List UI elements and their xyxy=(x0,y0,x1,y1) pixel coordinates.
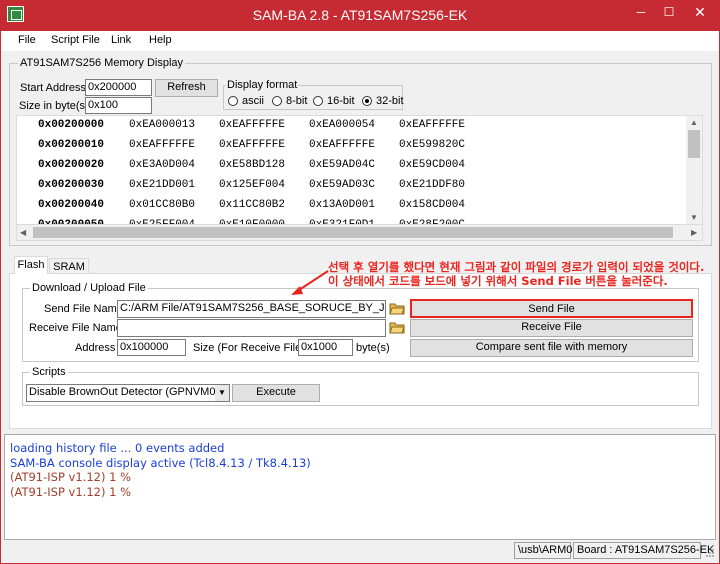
memory-value[interactable]: 0x158CD004 xyxy=(399,199,465,211)
address-label: Address : xyxy=(75,342,122,354)
tab-flash[interactable]: Flash xyxy=(14,256,48,274)
receive-file-button[interactable]: Receive File xyxy=(410,319,693,337)
send-file-button[interactable]: Send File xyxy=(410,299,693,318)
status-connection: \usb\ARM0 xyxy=(514,542,572,559)
memory-vscroll-thumb[interactable] xyxy=(688,130,700,158)
scroll-up-icon[interactable]: ▲ xyxy=(690,118,698,127)
console-line: (AT91-ISP v1.12) 1 % xyxy=(10,470,132,484)
open-folder-icon[interactable] xyxy=(389,301,405,315)
memory-value[interactable]: 0x13A0D001 xyxy=(309,199,375,211)
memory-value[interactable]: 0xE59AD04C xyxy=(309,159,375,171)
memory-display-title: AT91SAM7S256 Memory Display xyxy=(18,57,186,69)
menu-link[interactable]: Link xyxy=(111,34,131,46)
scroll-right-icon[interactable]: ▶ xyxy=(691,228,697,237)
memory-value[interactable]: 0xE59AD03C xyxy=(309,179,375,191)
receive-size-input[interactable]: 0x1000 xyxy=(298,339,353,356)
compare-file-button[interactable]: Compare sent file with memory xyxy=(410,339,693,357)
format-16bit-radio[interactable] xyxy=(313,96,323,106)
memory-address: 0x00200000 xyxy=(38,119,105,131)
format-32bit-label: 32-bit xyxy=(376,95,404,107)
resize-grip-icon[interactable] xyxy=(705,548,715,558)
memory-value[interactable]: 0xEAFFFFFE xyxy=(219,139,285,151)
memory-value[interactable]: 0xE59CD004 xyxy=(399,159,465,171)
status-bar: \usb\ARM0 Board : AT91SAM7S256-EK xyxy=(1,540,719,562)
memory-value[interactable]: 0xE3A0D004 xyxy=(129,159,195,171)
address-input[interactable]: 0x100000 xyxy=(117,339,186,356)
memory-value[interactable]: 0x125EF004 xyxy=(219,179,285,191)
format-ascii-radio[interactable] xyxy=(228,96,238,106)
memory-value[interactable]: 0xEAFFFFFE xyxy=(219,119,285,131)
console-output[interactable]: loading history file ... 0 events added S… xyxy=(4,434,716,540)
memory-value[interactable]: 0x01CC80B0 xyxy=(129,199,195,211)
refresh-button[interactable]: Refresh xyxy=(155,79,218,97)
memory-value[interactable]: 0xEA000054 xyxy=(309,119,375,131)
start-address-label: Start Address : xyxy=(20,82,93,94)
scripts-title: Scripts xyxy=(30,366,68,378)
download-upload-title: Download / Upload File xyxy=(30,282,148,294)
memory-address: 0x00200020 xyxy=(38,159,105,171)
menu-script-file[interactable]: Script File xyxy=(51,34,100,46)
open-folder-icon-receive[interactable] xyxy=(389,320,405,334)
memory-address: 0x00200040 xyxy=(38,199,105,211)
size-label: Size in byte(s) : xyxy=(19,100,95,112)
memory-value[interactable]: 0xEAFFFFFE xyxy=(129,139,195,151)
title-bar: SAM-BA 2.8 - AT91SAM7S256-EK ─ ☐ ✕ xyxy=(0,0,720,31)
memory-value[interactable]: 0xE599820C xyxy=(399,139,465,151)
chevron-down-icon[interactable]: ▼ xyxy=(215,385,229,401)
start-address-input[interactable]: 0x200000 xyxy=(85,79,152,96)
display-format-title: Display format xyxy=(226,79,299,91)
format-8bit-radio[interactable] xyxy=(272,96,282,106)
window-title: SAM-BA 2.8 - AT91SAM7S256-EK xyxy=(252,7,468,23)
menu-bar: File Script File Link Help xyxy=(1,31,719,51)
annotation-line2: 이 상태에서 코드를 보드에 넣기 위해서 Send File 버튼을 눌러준다… xyxy=(328,274,668,288)
script-select[interactable]: Disable BrownOut Detector (GPNVM0) xyxy=(26,384,230,402)
send-file-input[interactable]: C:/ARM File/AT91SAM7S256_BASE_SORUCE_BY_… xyxy=(117,300,386,318)
receive-size-unit: byte(s) xyxy=(356,342,390,354)
script-select-value: Disable BrownOut Detector (GPNVM0) xyxy=(29,386,220,398)
memory-value[interactable]: 0xEAFFFFFE xyxy=(309,139,375,151)
memory-value[interactable]: 0xE21DD001 xyxy=(129,179,195,191)
receive-size-label: Size (For Receive File) : xyxy=(193,342,311,354)
minimize-button[interactable]: ─ xyxy=(628,3,654,22)
tab-sram[interactable]: SRAM xyxy=(49,258,89,273)
memory-value[interactable]: 0xE58BD128 xyxy=(219,159,285,171)
size-input[interactable]: 0x100 xyxy=(85,97,152,114)
memory-table: 0x00200000 0xEA000013 0xEAFFFFFE 0xEA000054… xyxy=(16,115,703,225)
console-line: loading history file ... 0 events added xyxy=(10,441,225,455)
memory-value[interactable]: 0x11CC80B2 xyxy=(219,199,285,211)
close-button[interactable]: ✕ xyxy=(684,3,716,22)
memory-address: 0x00200030 xyxy=(38,179,105,191)
memory-value[interactable]: 0xEAFFFFFE xyxy=(399,119,465,131)
scroll-left-icon[interactable]: ◀ xyxy=(20,228,26,237)
format-ascii-label: ascii xyxy=(242,95,265,107)
menu-file[interactable]: File xyxy=(18,34,36,46)
receive-file-input[interactable] xyxy=(117,319,386,337)
console-line: (AT91-ISP v1.12) 1 % xyxy=(10,484,132,499)
maximize-button[interactable]: ☐ xyxy=(656,3,682,22)
menu-help[interactable]: Help xyxy=(149,34,172,46)
format-32bit-radio[interactable] xyxy=(362,96,372,106)
console-line: SAM-BA console display active (Tcl8.4.13… xyxy=(10,455,311,470)
memory-address: 0x00200010 xyxy=(38,139,105,151)
flash-tab-pane: Download / Upload File Send File Name : … xyxy=(9,273,712,429)
annotation-arrow-icon xyxy=(291,270,329,295)
format-16bit-label: 16-bit xyxy=(327,95,355,107)
memory-value[interactable]: 0xE21DDF80 xyxy=(399,179,465,191)
status-board: Board : AT91SAM7S256-EK xyxy=(573,542,714,559)
memory-value[interactable]: 0xEA000013 xyxy=(129,119,195,131)
memory-vscrollbar[interactable]: ▲ ▼ xyxy=(686,116,702,224)
format-8bit-label: 8-bit xyxy=(286,95,308,107)
receive-file-label: Receive File Name : xyxy=(29,322,129,334)
memory-hscroll-thumb[interactable] xyxy=(33,227,673,238)
scroll-down-icon[interactable]: ▼ xyxy=(690,213,698,222)
execute-button[interactable]: Execute xyxy=(232,384,320,402)
memory-hscrollbar[interactable]: ◀ ▶ xyxy=(16,225,703,241)
